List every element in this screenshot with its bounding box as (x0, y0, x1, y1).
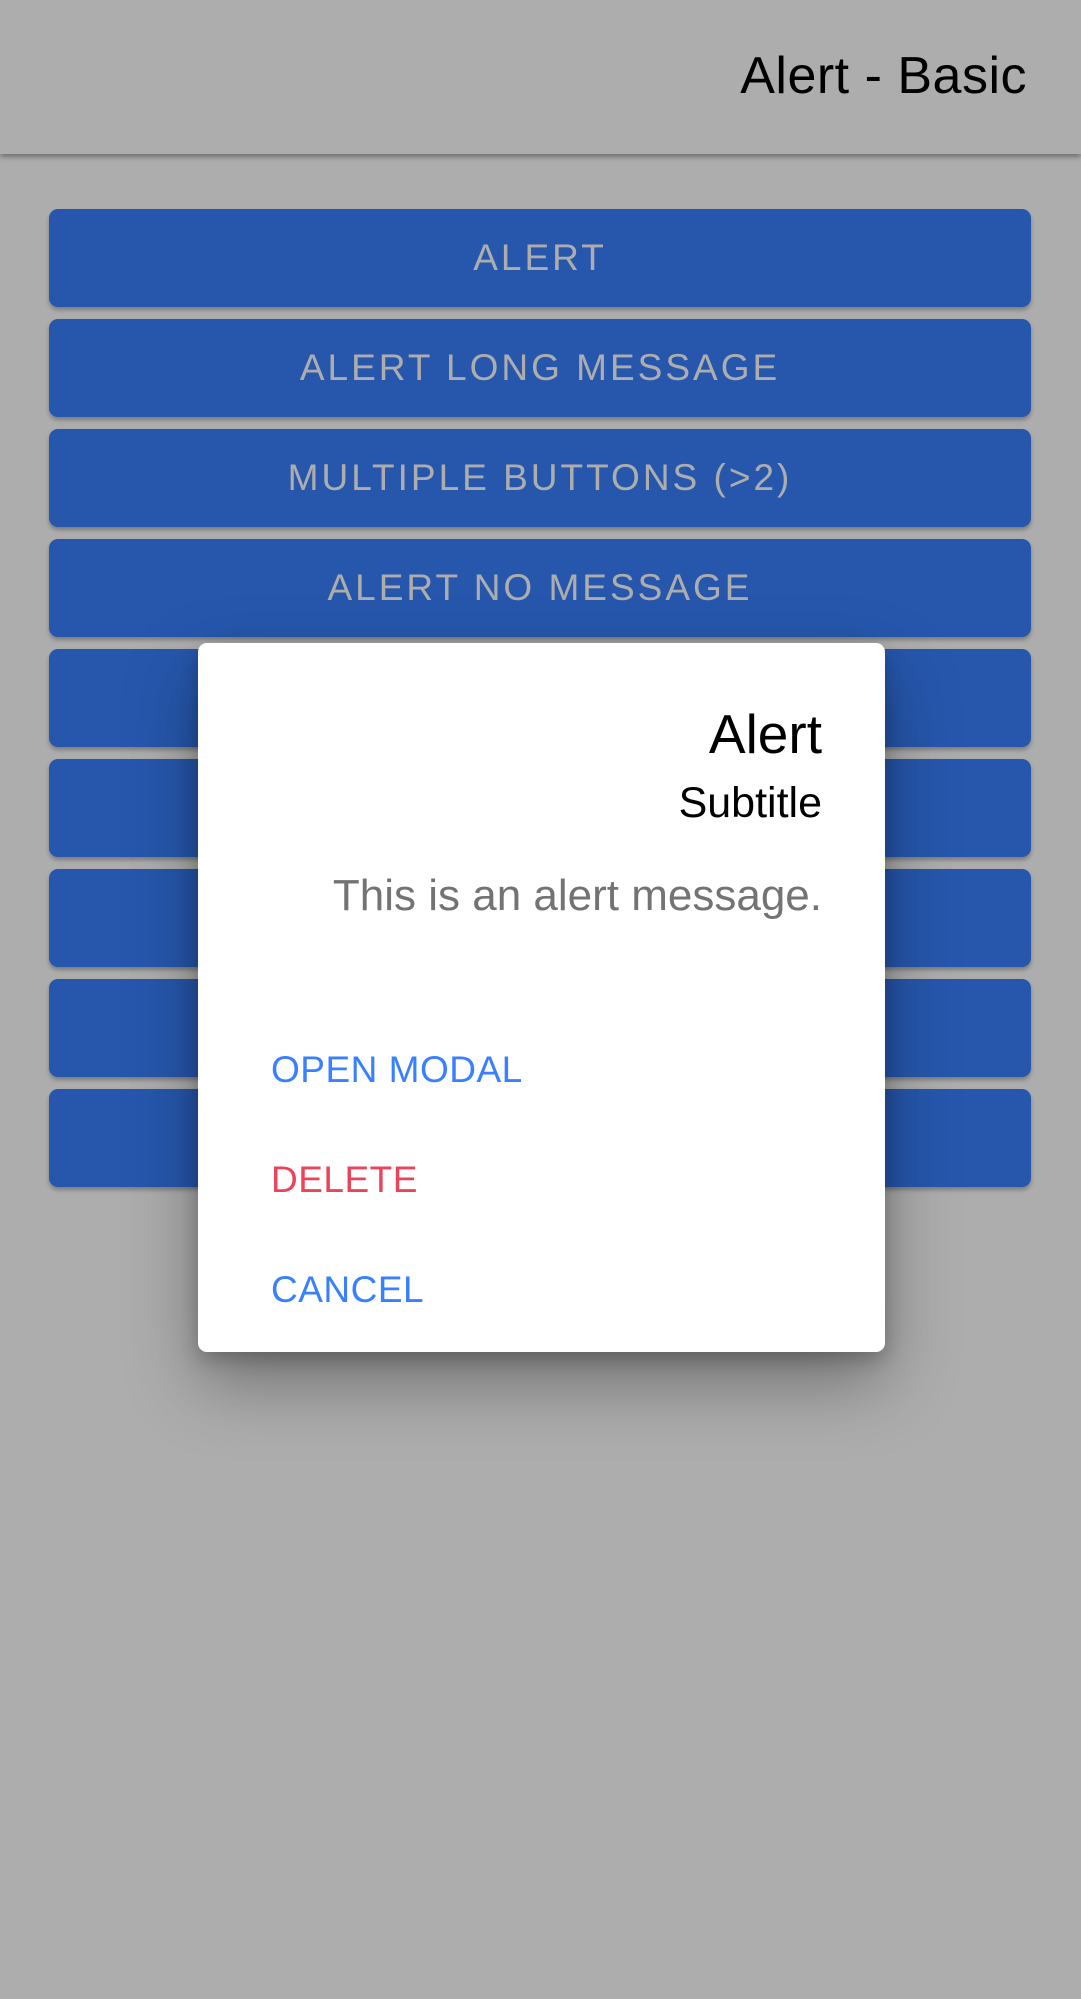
alert-button-group: OPEN MODAL DELETE CANCEL (271, 1015, 523, 1345)
alert-title: Alert (708, 703, 822, 765)
alert-dialog: Alert Subtitle .This is an alert message… (198, 643, 885, 1352)
open-modal-button[interactable]: OPEN MODAL (271, 1015, 523, 1125)
cancel-button[interactable]: CANCEL (271, 1235, 523, 1345)
alert-subtitle: Subtitle (678, 779, 822, 827)
alert-message: .This is an alert message (332, 871, 822, 920)
delete-button[interactable]: DELETE (271, 1125, 523, 1235)
